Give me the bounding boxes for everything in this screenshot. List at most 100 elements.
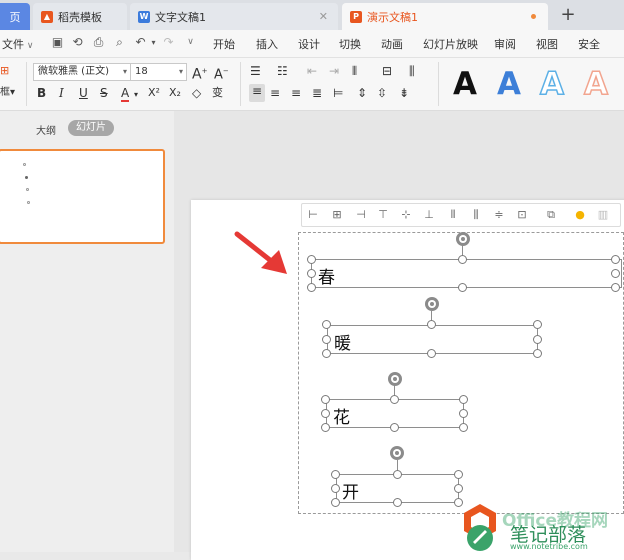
align-right-icon[interactable]: ≡ [291, 86, 301, 100]
line-spacing-icon[interactable]: ⇕ [357, 86, 367, 100]
increase-font-size-icon[interactable]: A+ [192, 64, 207, 82]
menu-security[interactable]: 安全 [578, 36, 600, 52]
align-center-objects-icon[interactable]: ⊞ [330, 208, 344, 222]
tab-outline[interactable]: 大纲 [36, 122, 56, 137]
align-left-icon[interactable]: ≡ [249, 84, 265, 102]
menu-insert[interactable]: 插入 [256, 36, 278, 52]
menu-animation[interactable]: 动画 [381, 36, 403, 52]
slide-thumbnail[interactable] [0, 149, 165, 244]
textbox-dropdown[interactable]: 框▾ [0, 86, 15, 100]
resize-handle[interactable] [459, 409, 468, 418]
panel-toggle-icon[interactable]: ▥ [596, 208, 610, 222]
rotate-handle-icon[interactable] [425, 297, 439, 311]
print-preview-icon[interactable]: ⌕ [113, 36, 126, 49]
rotate-handle-icon[interactable] [456, 232, 470, 246]
font-name-select[interactable]: 微软雅黑 (正文) ▾ [33, 63, 131, 81]
new-tab-button[interactable]: + [556, 4, 580, 28]
resize-handle[interactable] [427, 349, 436, 358]
distributed-icon[interactable]: ⊨ [333, 86, 343, 100]
align-right-objects-icon[interactable]: ⊣ [354, 208, 368, 222]
undo-dropdown-icon[interactable]: ▾ [147, 36, 160, 49]
textbox-icon[interactable]: ⊞ [0, 64, 9, 78]
save-icon[interactable]: ▣ [51, 36, 64, 49]
align-bottom-objects-icon[interactable]: ⊥ [422, 208, 436, 222]
tab-home[interactable]: 页 [0, 3, 30, 30]
decrease-indent-icon[interactable]: ⇤ [307, 64, 317, 78]
menu-home[interactable]: 开始 [213, 36, 235, 52]
superscript-icon[interactable]: X² [148, 86, 160, 100]
align-left-objects-icon[interactable]: ⊢ [306, 208, 320, 222]
more-icon[interactable]: ∨ [184, 36, 197, 49]
fit-to-slide-icon[interactable]: ⊡ [515, 208, 529, 222]
resize-handle[interactable] [458, 283, 467, 292]
resize-handle[interactable] [321, 395, 330, 404]
tab-docer-templates[interactable]: ▲ 稻壳模板 [33, 3, 127, 30]
distribute-vertical-icon[interactable]: ⫼ [469, 208, 483, 222]
resize-handle[interactable] [307, 269, 316, 278]
clear-format-icon[interactable]: ◇ [192, 86, 201, 100]
resize-handle[interactable] [393, 498, 402, 507]
strikethrough-icon[interactable]: S [100, 86, 108, 100]
resize-handle[interactable] [390, 423, 399, 432]
tab-slides[interactable]: 幻灯片 [68, 120, 114, 136]
resize-handle[interactable] [307, 283, 316, 292]
wordart-style-outline-blue[interactable]: A [533, 64, 571, 104]
increase-indent-icon[interactable]: ⇥ [329, 64, 339, 78]
resize-handle[interactable] [459, 423, 468, 432]
resize-handle[interactable] [321, 409, 330, 418]
textbox-1[interactable]: 春 [311, 259, 622, 288]
wordart-style-black[interactable]: A [446, 64, 484, 104]
lightbulb-icon[interactable]: ● [573, 208, 587, 222]
resize-handle[interactable] [322, 349, 331, 358]
resize-handle[interactable] [454, 484, 463, 493]
align-text-icon[interactable]: ⊟ [382, 64, 392, 78]
group-objects-icon[interactable]: ⧉ [544, 208, 558, 222]
resize-handle[interactable] [393, 470, 402, 479]
align-center-icon[interactable]: ≡ [270, 86, 280, 100]
print-icon[interactable]: ⎙ [92, 36, 105, 49]
paragraph-spacing-icon[interactable]: ⇳ [377, 86, 387, 100]
resize-handle[interactable] [322, 320, 331, 329]
resize-handle[interactable] [611, 255, 620, 264]
menu-design[interactable]: 设计 [298, 36, 320, 52]
resize-handle[interactable] [611, 283, 620, 292]
distribute-horizontal-icon[interactable]: ⫴ [446, 208, 460, 222]
underline-icon[interactable]: U [79, 86, 88, 100]
resize-handle[interactable] [611, 269, 620, 278]
columns-icon[interactable]: ⫼ [409, 64, 415, 78]
resize-handle[interactable] [321, 423, 330, 432]
format-painter-icon[interactable]: ⟲ [71, 36, 84, 49]
resize-handle[interactable] [307, 255, 316, 264]
rotate-handle-icon[interactable] [388, 372, 402, 386]
distribute-spacing-icon[interactable]: ≑ [492, 208, 506, 222]
menu-review[interactable]: 审阅 [494, 36, 516, 52]
resize-handle[interactable] [427, 320, 436, 329]
justify-icon[interactable]: ≣ [312, 86, 322, 100]
phonetic-guide-icon[interactable]: 变 [212, 86, 223, 100]
redo-icon[interactable]: ↷ [162, 36, 175, 49]
bullet-list-icon[interactable]: ☰ [250, 64, 261, 78]
menu-slideshow[interactable]: 幻灯片放映 [423, 36, 478, 52]
resize-handle[interactable] [331, 484, 340, 493]
file-menu[interactable]: 文件 ∨ [2, 36, 33, 52]
resize-handle[interactable] [390, 395, 399, 404]
align-top-objects-icon[interactable]: ⊤ [376, 208, 390, 222]
align-middle-objects-icon[interactable]: ⊹ [399, 208, 413, 222]
menu-transition[interactable]: 切换 [339, 36, 361, 52]
bold-icon[interactable]: B [37, 86, 46, 100]
resize-handle[interactable] [331, 498, 340, 507]
font-size-select[interactable]: 18 ▾ [130, 63, 187, 81]
numbered-list-icon[interactable]: ☷ [277, 64, 288, 78]
undo-icon[interactable]: ↶ [134, 36, 147, 49]
resize-handle[interactable] [322, 335, 331, 344]
tab-writer-doc[interactable]: W 文字文稿1 ✕ [130, 3, 338, 30]
chevron-down-icon[interactable]: ▾ [134, 88, 138, 102]
wordart-style-outline-pink[interactable]: A [577, 64, 615, 104]
rotate-handle-icon[interactable] [390, 446, 404, 460]
decrease-font-size-icon[interactable]: A− [214, 64, 229, 82]
close-tab-icon[interactable]: ✕ [319, 10, 328, 23]
paragraph-settings-icon[interactable]: ⇟ [399, 86, 409, 100]
text-direction-icon[interactable]: ⫴ [352, 64, 357, 78]
resize-handle[interactable] [454, 470, 463, 479]
italic-icon[interactable]: I [59, 86, 64, 100]
